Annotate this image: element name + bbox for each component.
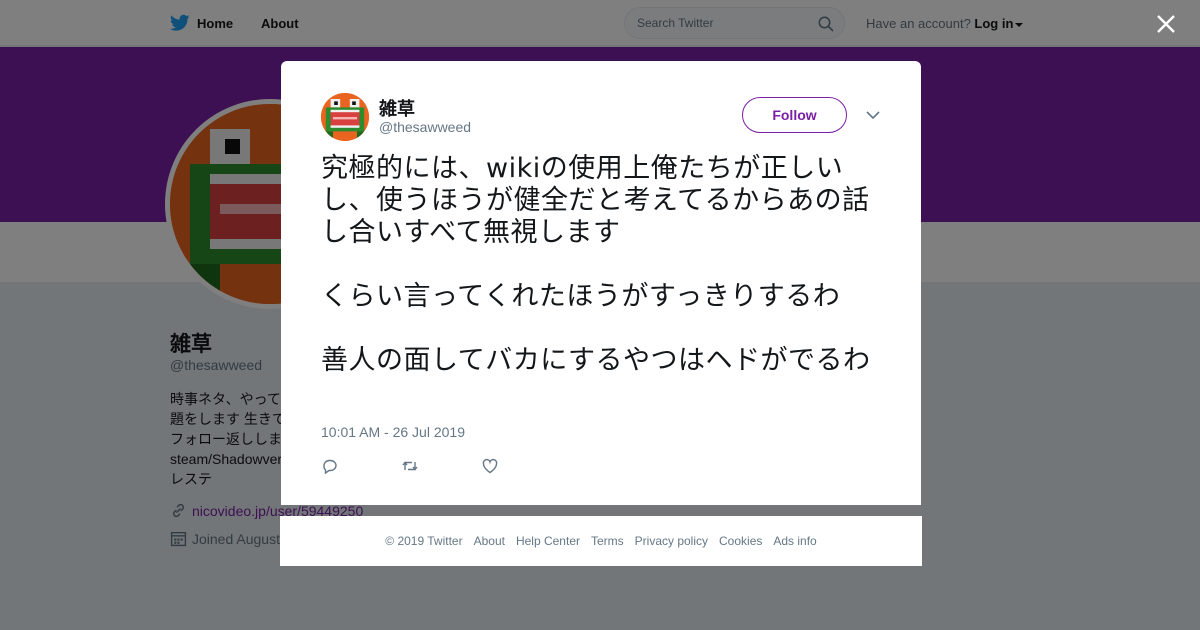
tweet-timestamp[interactable]: 10:01 AM - 26 Jul 2019 bbox=[321, 424, 465, 440]
retweet-icon bbox=[402, 461, 418, 471]
retweet-button[interactable] bbox=[401, 456, 481, 476]
footer-link-ads-info[interactable]: Ads info bbox=[773, 534, 816, 548]
footer-link-cookies[interactable]: Cookies bbox=[719, 534, 762, 548]
frog-avatar-art bbox=[321, 93, 369, 141]
footer-link-privacy-policy[interactable]: Privacy policy bbox=[635, 534, 708, 548]
modal-footer: © 2019 Twitter About Help Center Terms P… bbox=[280, 516, 922, 566]
footer-link-help-center[interactable]: Help Center bbox=[516, 534, 580, 548]
footer-link-about[interactable]: About bbox=[474, 534, 505, 548]
tweet-modal: 雑草 @thesawweed Follow 究極的には、wikiの使用上俺たちが… bbox=[281, 61, 921, 505]
follow-button[interactable]: Follow bbox=[742, 97, 847, 133]
reply-button[interactable] bbox=[321, 456, 401, 476]
like-icon bbox=[482, 458, 498, 474]
reply-icon bbox=[323, 459, 337, 475]
tweet-actions bbox=[321, 456, 561, 476]
tweet-text: 究極的には、wikiの使用上俺たちが正しいし、使うほうが健全だと考えてるからあの… bbox=[321, 153, 871, 376]
chevron-down-icon[interactable] bbox=[865, 109, 881, 121]
footer-link-terms[interactable]: Terms bbox=[591, 534, 624, 548]
author-name[interactable]: 雑草 bbox=[379, 95, 415, 121]
author-handle[interactable]: @thesawweed bbox=[379, 119, 471, 135]
footer-copyright: © 2019 Twitter bbox=[385, 534, 463, 548]
like-button[interactable] bbox=[481, 456, 561, 476]
author-avatar[interactable] bbox=[321, 93, 369, 141]
close-icon[interactable] bbox=[1156, 14, 1176, 34]
